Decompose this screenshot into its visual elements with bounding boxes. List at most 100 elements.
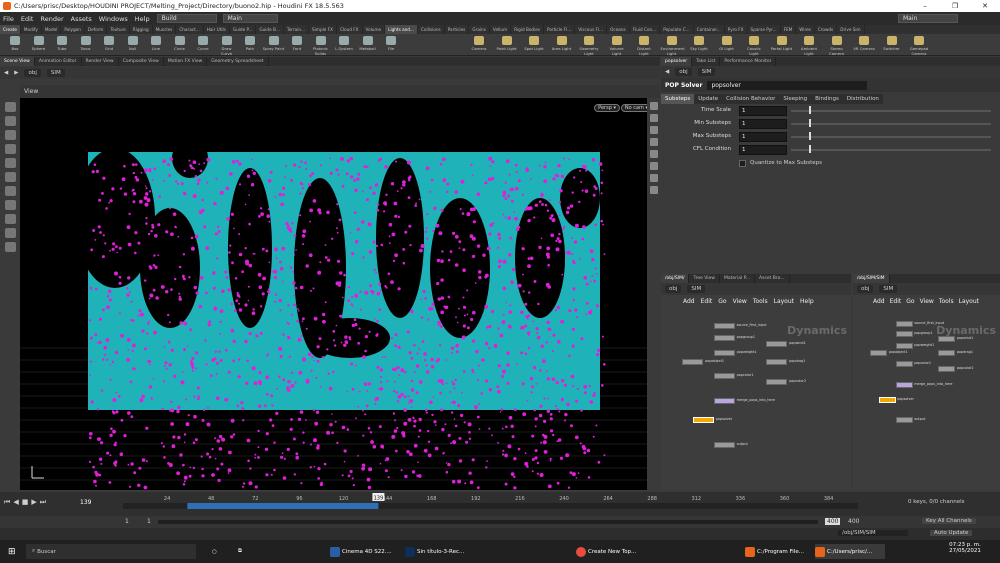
net-left-path-sim[interactable]: SIM: [687, 285, 706, 293]
tab-sleeping[interactable]: Sleeping: [779, 94, 812, 104]
net-left-path-obj[interactable]: obj: [665, 285, 682, 293]
auto-update-dropdown[interactable]: Auto Update: [930, 530, 973, 536]
stop-icon[interactable]: ■: [22, 498, 29, 507]
net-right-layout[interactable]: Layout: [959, 298, 979, 305]
menu-edit[interactable]: Edit: [21, 15, 34, 23]
shelf-tool-right-13[interactable]: Stereo Camera: [826, 34, 848, 56]
max-substeps-slider[interactable]: [791, 132, 991, 142]
network-node-output[interactable]: [713, 442, 735, 449]
shelf-tool-left-16[interactable]: File: [380, 34, 402, 56]
shelf-tool-left-15[interactable]: Metaball: [357, 34, 379, 56]
time-scale-slider[interactable]: [791, 106, 991, 116]
taskbar-app-cinema4d[interactable]: Cinema 4D S22....: [330, 544, 396, 559]
shelf-tool-left-2[interactable]: Tube: [51, 34, 73, 56]
shelf-tab-12[interactable]: Terrain...: [284, 25, 310, 34]
net-right-view[interactable]: View: [920, 298, 934, 305]
tab-performance-monitor[interactable]: Performance Monitor: [720, 57, 777, 66]
network-node-popwind1[interactable]: [938, 335, 955, 342]
net-right-add[interactable]: Add: [873, 298, 885, 305]
network-node-popweight1[interactable]: [713, 349, 735, 356]
network-node-source_first_input[interactable]: [895, 320, 913, 327]
tab-scene-view[interactable]: Scene View: [0, 57, 35, 66]
shelf-tool-left-14[interactable]: L-System: [333, 34, 355, 56]
shelf-tab-2[interactable]: Model: [42, 25, 62, 34]
shelf-tool-left-1[interactable]: Sphere: [28, 34, 50, 56]
shelf-tool-right-8[interactable]: Sky Light: [688, 34, 710, 56]
shelf-tab-4[interactable]: Deform: [85, 25, 108, 34]
shelf-tab-27[interactable]: Container...: [694, 25, 725, 34]
shelf-tool-right-15[interactable]: Switcher: [881, 34, 903, 56]
main-dropdown[interactable]: Main: [222, 14, 278, 23]
network-node-popgroup1[interactable]: [895, 330, 913, 337]
jump-end-icon[interactable]: ⏭: [40, 498, 46, 507]
quantize-checkbox[interactable]: [739, 160, 746, 167]
shelf-tab-19[interactable]: Grains: [469, 25, 490, 34]
tab-render-view[interactable]: Render View: [82, 57, 119, 66]
cfl-condition-slider[interactable]: [791, 145, 991, 155]
shelf-tool-right-10[interactable]: Caustic Light: [743, 34, 765, 56]
lights-icon[interactable]: [650, 138, 658, 146]
shelf-tool-left-5[interactable]: Null: [122, 34, 144, 56]
scene-viewport[interactable]: Persp ▾ No cam ▾: [20, 98, 660, 490]
tab-distribution[interactable]: Distribution: [842, 94, 883, 104]
min-substeps-field[interactable]: 1: [739, 119, 787, 129]
cortana-icon[interactable]: ○: [212, 544, 217, 559]
param-path-sim[interactable]: SIM: [697, 68, 716, 76]
shelf-tool-right-12[interactable]: Ambient Light: [798, 34, 820, 56]
shelf-tab-29[interactable]: Sparse Pyr...: [748, 25, 781, 34]
shelf-tab-32[interactable]: Crowds: [815, 25, 838, 34]
network-node-source_first_input[interactable]: [713, 322, 735, 329]
scale-tool-icon[interactable]: [4, 144, 16, 154]
shelf-tool-left-4[interactable]: Grid: [98, 34, 120, 56]
network-node-popdrag1[interactable]: [766, 359, 787, 366]
current-frame-field[interactable]: 139: [80, 499, 91, 506]
taskbar-search[interactable]: ⌕ Buscar: [26, 544, 196, 559]
cfl-condition-field[interactable]: 1: [739, 145, 787, 155]
windows-start-icon[interactable]: ⊞: [8, 544, 16, 559]
net-right-path-sim[interactable]: SIM: [879, 285, 898, 293]
network-node-popgroup1[interactable]: [713, 335, 735, 342]
net-left-layout[interactable]: Layout: [774, 298, 794, 305]
network-node-popcolor2[interactable]: [766, 379, 787, 386]
param-back-icon[interactable]: ◀: [665, 69, 669, 75]
shelf-tab-23[interactable]: Viscous Fl...: [575, 25, 608, 34]
menu-windows[interactable]: Windows: [99, 15, 128, 23]
shelf-tab-16[interactable]: Lights and...: [385, 25, 418, 34]
shelf-tab-14[interactable]: Cloud FX: [337, 25, 363, 34]
shelf-tool-left-0[interactable]: Box: [4, 34, 26, 56]
network-node-popcolor1[interactable]: [895, 361, 913, 368]
range-start2-field[interactable]: 1: [147, 518, 151, 525]
tab-geometry-spreadsheet[interactable]: Geometry Spreadsheet: [207, 57, 269, 66]
shelf-tool-left-12[interactable]: Font: [286, 34, 308, 56]
net-left-go[interactable]: Go: [718, 298, 726, 305]
pose-tool-icon[interactable]: [4, 158, 16, 168]
taskbar-app-photoshop[interactable]: Sin título-3-Rec...: [405, 544, 471, 559]
shelf-tab-0[interactable]: Create: [0, 25, 21, 34]
snap-tool-icon[interactable]: [4, 200, 16, 210]
shelf-tool-right-1[interactable]: Point Light: [496, 34, 518, 56]
network-node-popobject1[interactable]: [682, 359, 703, 366]
network-node-popweight1[interactable]: [895, 342, 913, 349]
net-left-tools[interactable]: Tools: [753, 298, 768, 305]
tab-substeps[interactable]: Substeps: [661, 94, 695, 104]
shelf-tab-22[interactable]: Particle Fl...: [544, 25, 576, 34]
handle-tool-icon[interactable]: [4, 172, 16, 182]
net-right-go[interactable]: Go: [906, 298, 914, 305]
tab-popsolver[interactable]: popsolver: [661, 57, 693, 66]
shelf-tab-18[interactable]: Particles: [445, 25, 470, 34]
shelf-tab-1[interactable]: Modify: [21, 25, 42, 34]
shelf-tab-3[interactable]: Polygon: [61, 25, 85, 34]
shelf-tab-5[interactable]: Texture: [107, 25, 130, 34]
tab-collision-behavior[interactable]: Collision Behavior: [722, 94, 780, 104]
network-node-popcolor2[interactable]: [938, 366, 955, 373]
shelf-tab-7[interactable]: Muscles: [153, 25, 177, 34]
network-node-popcolor1[interactable]: [713, 372, 735, 379]
shelf-tool-right-9[interactable]: GI Light: [716, 34, 738, 56]
grid-icon[interactable]: [650, 150, 658, 158]
max-substeps-field[interactable]: 1: [739, 132, 787, 142]
shelf-tab-15[interactable]: Volume: [363, 25, 386, 34]
brush-tool-icon[interactable]: [4, 228, 16, 238]
tab-animation-editor[interactable]: Animation Editor: [35, 57, 82, 66]
range-start-field[interactable]: 1: [125, 518, 129, 525]
menu-help[interactable]: Help: [135, 15, 150, 23]
